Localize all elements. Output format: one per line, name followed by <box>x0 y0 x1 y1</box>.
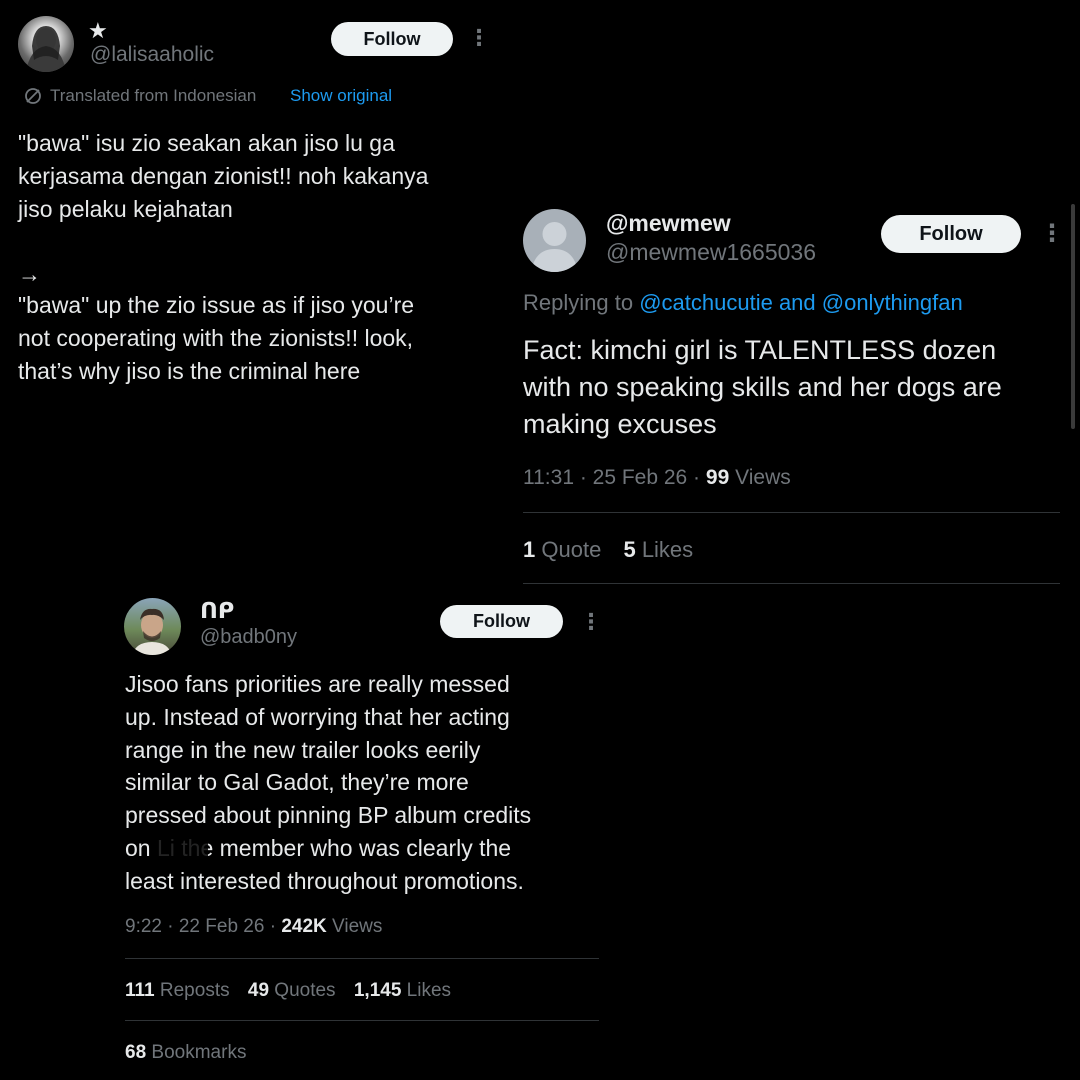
tweet-text: Fact: kimchi girl is TALENTLESS dozen wi… <box>523 335 1002 439</box>
replying-to-users[interactable]: @catchucutie and @onlythingfan <box>639 290 963 315</box>
engagement-stats: 111 Reposts 49 Quotes 1,145 Likes <box>125 980 451 1002</box>
avatar-photo-icon <box>26 26 66 72</box>
display-name: @mewmew <box>606 210 731 236</box>
avatar[interactable] <box>523 209 586 272</box>
translation-arrow: → <box>18 261 41 287</box>
views-count: 99 <box>705 466 730 489</box>
avatar[interactable] <box>124 598 181 655</box>
divider <box>125 958 599 959</box>
replying-to-label: Replying to <box>523 290 634 315</box>
user-handle[interactable]: @lalisaaholic <box>90 43 214 67</box>
quotes-stat[interactable]: 49 Quotes <box>248 980 336 1001</box>
follow-button[interactable]: Follow <box>881 215 1021 253</box>
display-name: ★ <box>88 18 108 43</box>
views-label: Views <box>735 466 791 489</box>
more-options-icon[interactable]: ⋮ <box>1040 222 1064 246</box>
bookmarks-count: 68 <box>125 1042 147 1063</box>
user-handle[interactable]: @mewmew1665036 <box>606 239 816 266</box>
likes-label: Likes <box>406 980 452 1001</box>
likes-stat[interactable]: 1,145 Likes <box>354 980 451 1001</box>
avatar[interactable] <box>18 16 74 72</box>
quotes-label: Quote <box>541 537 602 562</box>
tweet-text: Jisoo fans priorities are really messed … <box>125 671 532 894</box>
translated-from-label: Translated from Indonesian <box>50 86 257 105</box>
views-label: Views <box>332 916 383 937</box>
reposts-stat[interactable]: 111 Reposts <box>125 980 230 1001</box>
tweet-translated-text: "bawa" up the zio issue as if jiso you’r… <box>18 292 415 384</box>
bookmarks-label: Bookmarks <box>151 1042 247 1063</box>
replying-to: Replying to @catchucutie and @onlythingf… <box>523 290 963 316</box>
tweet-card-mewmew: @mewmew @mewmew1665036 Follow ⋮ Replying… <box>500 190 1080 600</box>
follow-button[interactable]: Follow <box>331 22 453 56</box>
translate-icon <box>24 87 42 105</box>
quotes-count: 49 <box>247 980 270 1001</box>
divider <box>125 1020 599 1021</box>
likes-count: 1,145 <box>353 980 402 1001</box>
quotes-stat[interactable]: 1 Quote <box>523 537 601 562</box>
views-count: 242K <box>281 916 327 937</box>
timestamp[interactable]: 11:31 · 25 Feb 26 · <box>523 466 700 489</box>
tweet-card-lalisaaholic: ★ @lalisaaholic Follow ⋮ Translated from… <box>0 0 500 420</box>
divider <box>523 512 1060 513</box>
follow-button[interactable]: Follow <box>440 605 563 638</box>
likes-label: Likes <box>641 537 694 562</box>
likes-stat[interactable]: 5 Likes <box>623 537 693 562</box>
engagement-stats: 1 Quote 5 Likes <box>523 537 693 563</box>
text-redaction <box>158 832 208 862</box>
reposts-count: 111 <box>125 980 155 1001</box>
timestamp[interactable]: 9:22 · 22 Feb 26 · <box>125 916 276 937</box>
show-original-link[interactable]: Show original <box>290 86 392 106</box>
bookmarks-stat[interactable]: 68 Bookmarks <box>125 1042 246 1064</box>
tweet-original-text: "bawa" isu zio seakan akan jiso lu ga ke… <box>18 130 429 222</box>
more-options-icon[interactable]: ⋮ <box>468 27 490 49</box>
display-name: ᑎᑭ <box>200 598 235 623</box>
more-options-icon[interactable]: ⋮ <box>580 611 602 633</box>
user-handle[interactable]: @badb0ny <box>200 626 297 649</box>
tweet-card-badb0ny: ᑎᑭ @badb0ny Follow ⋮ Jisoo fans prioriti… <box>108 584 608 1080</box>
avatar-photo-icon <box>132 608 172 655</box>
likes-count: 5 <box>623 537 636 562</box>
tweet-meta: 11:31 · 25 Feb 26 · 99 Views <box>523 466 791 490</box>
reposts-label: Reposts <box>159 980 230 1001</box>
quotes-count: 1 <box>523 537 536 562</box>
quotes-label: Quotes <box>274 980 336 1001</box>
default-avatar-icon <box>531 222 578 272</box>
tweet-meta: 9:22 · 22 Feb 26 · 242K Views <box>125 916 382 938</box>
